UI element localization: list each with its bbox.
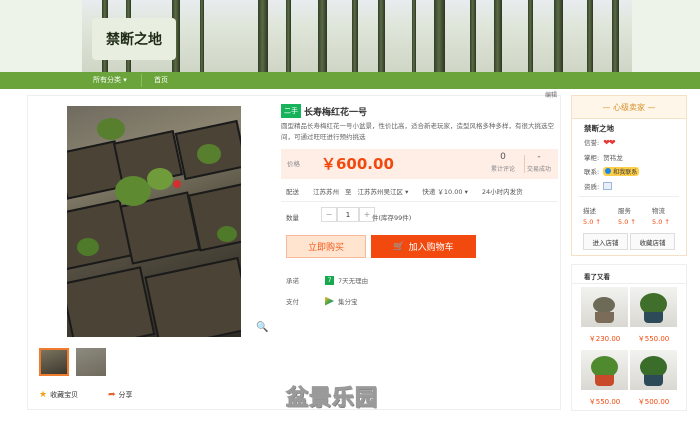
- enter-shop-button[interactable]: 进入店铺: [583, 233, 628, 250]
- also-viewed-item-price[interactable]: ￥230.00: [581, 334, 628, 344]
- seller-credit-row: 信誉: ❤❤: [584, 137, 616, 148]
- secondhand-tag: 二手: [281, 104, 301, 118]
- qualification-label: 资质:: [584, 183, 600, 191]
- promise-label: 承诺: [286, 277, 299, 285]
- product-title-row: 二手 长寿梅红花一号: [281, 104, 367, 118]
- seller-qualification-row: 资质:: [584, 181, 613, 191]
- seller-contact-row: 联系: 和我联系: [584, 166, 640, 176]
- promise-row: 承诺 7 7天无理由: [286, 275, 368, 285]
- nav-home[interactable]: 首页: [154, 75, 168, 85]
- shipping-label: 配送: [286, 188, 299, 196]
- heart-icon: ❤❤: [603, 137, 615, 147]
- divider: [572, 283, 686, 284]
- quantity-decrease-button[interactable]: −: [321, 207, 337, 222]
- seven-day-return-icon: 7: [325, 275, 334, 285]
- thumbnail-1[interactable]: [39, 348, 69, 376]
- score-value: 5.0 ↑: [583, 218, 601, 226]
- seller-keeper-row: 掌柜: 贺祎龙: [584, 152, 623, 162]
- description-score: 描述 5.0 ↑: [583, 205, 601, 226]
- logistics-score: 物流 5.0 ↑: [652, 205, 670, 226]
- also-viewed-item-price[interactable]: ￥550.00: [630, 334, 677, 344]
- product-main-photo[interactable]: [67, 106, 241, 337]
- wangwang-icon: [605, 168, 612, 174]
- ship-from: 江苏苏州: [313, 188, 339, 196]
- quantity-label: 数量: [286, 214, 299, 222]
- stock-info: 件(库存99件): [372, 214, 412, 222]
- certificate-icon[interactable]: [603, 182, 613, 190]
- price-value: ￥600.00: [321, 155, 394, 173]
- score-value: 5.0 ↑: [652, 218, 670, 226]
- review-count: 0: [500, 152, 506, 162]
- also-viewed-item-image[interactable]: [581, 287, 628, 327]
- zoom-icon[interactable]: 🔍: [256, 322, 268, 333]
- also-viewed-item-image[interactable]: [581, 350, 628, 390]
- credit-label: 信誉:: [584, 139, 600, 147]
- keeper-label: 掌柜:: [584, 154, 600, 162]
- jifenbao-icon: [325, 296, 334, 306]
- sales-count-stat: - 交易成功: [519, 152, 559, 173]
- nav-divider: [141, 74, 142, 87]
- shipping-route: 江苏苏州 至 江苏苏州吴江区 ▾: [313, 186, 408, 196]
- thumbnail-2[interactable]: [76, 348, 106, 376]
- shop-banner: 禁断之地: [0, 0, 700, 72]
- add-to-cart-label: 加入购物车: [408, 243, 454, 253]
- seller-level-heading: — 心级卖家 —: [572, 96, 686, 119]
- service-score: 服务 5.0 ↑: [618, 205, 636, 226]
- product-title: 长寿梅红花一号: [304, 107, 368, 118]
- also-viewed-item-image[interactable]: [630, 350, 677, 390]
- ship-to-select[interactable]: 江苏苏州吴江区 ▾: [358, 186, 409, 196]
- divider: [579, 196, 679, 197]
- keeper-name[interactable]: 贺祎龙: [603, 152, 623, 162]
- shipping-fee-select[interactable]: 快递 ￥10.00 ▾: [422, 186, 468, 196]
- also-viewed-item-price[interactable]: ￥550.00: [581, 397, 628, 407]
- seller-name[interactable]: 禁断之地: [584, 123, 614, 134]
- promise-value[interactable]: 7天无理由: [338, 275, 368, 285]
- nav-all-categories[interactable]: 所有分类 ▾: [93, 75, 127, 85]
- payment-row: 支付 集分宝: [286, 296, 358, 306]
- contact-label-text: 和我联系: [613, 168, 638, 176]
- favorite-label: 收藏宝贝: [50, 391, 79, 399]
- sales-count-label: 交易成功: [526, 166, 551, 173]
- review-count-label: 累计评论: [490, 166, 515, 173]
- buy-now-button[interactable]: 立即购买: [286, 235, 366, 258]
- favorite-shop-button[interactable]: 收藏店铺: [630, 233, 675, 250]
- review-count-stat[interactable]: 0 累计评论: [483, 152, 523, 173]
- sales-count: -: [537, 152, 541, 162]
- payment-label: 支付: [286, 298, 299, 306]
- shop-navbar: 所有分类 ▾ 首页: [0, 72, 700, 89]
- add-to-cart-button[interactable]: 🛒 加入购物车: [371, 235, 476, 258]
- share-icon: ➦: [108, 390, 116, 400]
- shop-name[interactable]: 禁断之地: [92, 18, 176, 60]
- ship-to-word: 至: [345, 188, 352, 196]
- price-label: 价格: [287, 160, 300, 168]
- product-description: 圆型精品长寿梅红花一号小盆景，性价比高，适合新老玩家，造型风格多种多样，有很大挑…: [281, 122, 554, 141]
- also-viewed-item-image[interactable]: [630, 287, 677, 327]
- favorite-item-button[interactable]: ★ 收藏宝贝: [39, 390, 78, 400]
- share-button[interactable]: ➦ 分享: [108, 390, 133, 400]
- edit-link[interactable]: 编辑: [545, 90, 557, 99]
- also-viewed-heading: 看了又看: [584, 273, 610, 281]
- seller-card: — 心级卖家 — 禁断之地 信誉: ❤❤ 掌柜: 贺祎龙 联系: 和我联系 资质…: [571, 95, 687, 256]
- share-label: 分享: [118, 391, 133, 399]
- divider: [281, 201, 558, 202]
- score-label: 服务: [618, 207, 631, 215]
- quantity-input[interactable]: 1: [337, 207, 359, 222]
- ship-time: 24小时内发货: [481, 188, 523, 196]
- shipping-row: 配送 江苏苏州 至 江苏苏州吴江区 ▾ 快递 ￥10.00 ▾ 24小时内发货: [286, 186, 523, 196]
- watermark-text: 盆景乐园: [285, 386, 379, 412]
- cart-icon: 🛒: [393, 241, 405, 252]
- price-box: 价格 ￥600.00 0 累计评论 - 交易成功: [281, 149, 558, 179]
- quantity-stepper: − 1 +: [321, 207, 375, 222]
- also-viewed-item-price[interactable]: ￥500.00: [630, 397, 677, 407]
- score-value: 5.0 ↑: [618, 218, 636, 226]
- contact-label: 联系:: [584, 168, 600, 176]
- star-icon: ★: [39, 390, 48, 400]
- score-label: 描述: [583, 207, 596, 215]
- score-label: 物流: [652, 207, 665, 215]
- payment-value[interactable]: 集分宝: [338, 296, 358, 306]
- wangwang-contact-button[interactable]: 和我联系: [603, 166, 640, 176]
